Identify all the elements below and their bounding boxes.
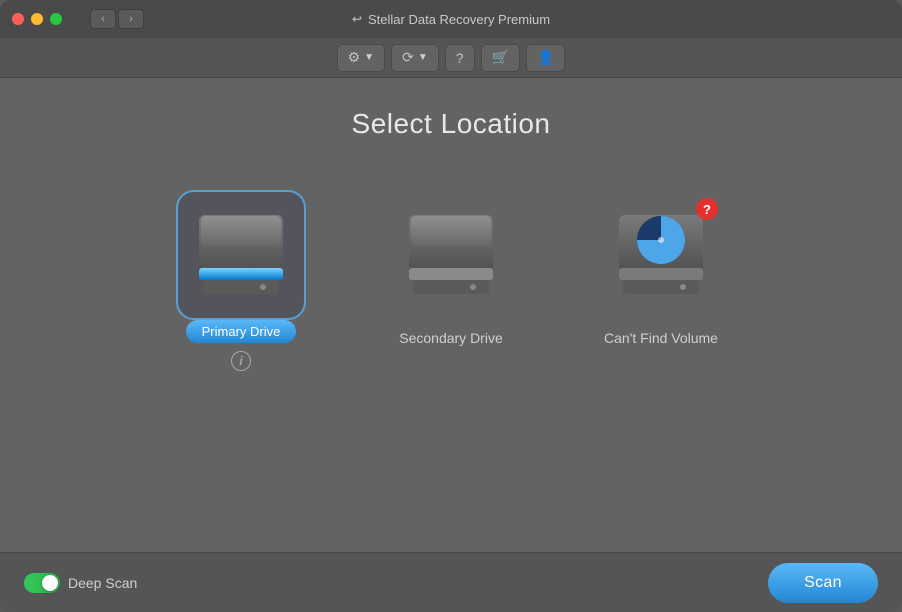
cart-icon: 🛒: [492, 49, 509, 66]
user-button[interactable]: 👤: [526, 44, 565, 72]
page-title: Select Location: [352, 108, 551, 140]
toggle-knob: [42, 575, 58, 591]
main-content: Select Location: [0, 78, 902, 552]
primary-drive-icon: [191, 205, 291, 305]
title-text: Stellar Data Recovery Premium: [368, 12, 550, 27]
secondary-drive-icon-wrapper: [386, 190, 516, 320]
window-title: ↩ Stellar Data Recovery Premium: [352, 12, 550, 27]
bottom-bar: Deep Scan Scan: [0, 552, 902, 612]
primary-drive-icon-wrapper: [176, 190, 306, 320]
history-icon: ⟳: [402, 49, 414, 66]
question-badge: ?: [696, 198, 718, 220]
cantfind-drive-item[interactable]: ?: [596, 190, 726, 346]
forward-button[interactable]: ›: [118, 9, 144, 29]
gear-icon: ⚙: [348, 49, 361, 66]
cantfind-drive-label: Can't Find Volume: [604, 330, 718, 346]
scan-button[interactable]: Scan: [768, 563, 878, 603]
cart-button[interactable]: 🛒: [481, 44, 520, 72]
close-button[interactable]: [12, 13, 24, 25]
traffic-lights: [12, 13, 62, 25]
help-button[interactable]: ?: [445, 44, 475, 72]
deep-scan-label: Deep Scan: [68, 575, 137, 591]
help-icon: ?: [456, 50, 464, 66]
nav-buttons: ‹ ›: [90, 9, 144, 29]
deep-scan-toggle[interactable]: Deep Scan: [24, 573, 137, 593]
cantfind-drive-icon: [611, 205, 711, 305]
drives-row: Primary Drive i: [176, 190, 726, 371]
back-arrow-icon: ↩: [352, 12, 362, 26]
maximize-button[interactable]: [50, 13, 62, 25]
settings-dropdown-arrow: ▼: [364, 52, 374, 63]
primary-drive-label: Primary Drive: [186, 320, 297, 343]
back-button[interactable]: ‹: [90, 9, 116, 29]
cantfind-drive-icon-wrapper: ?: [596, 190, 726, 320]
history-dropdown-arrow: ▼: [418, 52, 428, 63]
primary-drive-item[interactable]: Primary Drive i: [176, 190, 306, 371]
deep-scan-switch[interactable]: [24, 573, 60, 593]
secondary-drive-item[interactable]: Secondary Drive: [386, 190, 516, 346]
minimize-button[interactable]: [31, 13, 43, 25]
secondary-drive-label: Secondary Drive: [399, 330, 503, 346]
secondary-drive-icon: [401, 205, 501, 305]
user-icon: 👤: [537, 49, 554, 66]
toolbar: ⚙ ▼ ⟳ ▼ ? 🛒 👤: [0, 38, 902, 78]
settings-button[interactable]: ⚙ ▼: [337, 44, 385, 72]
info-icon[interactable]: i: [231, 351, 251, 371]
history-button[interactable]: ⟳ ▼: [391, 44, 439, 72]
titlebar: ‹ › ↩ Stellar Data Recovery Premium: [0, 0, 902, 38]
app-window: ‹ › ↩ Stellar Data Recovery Premium ⚙ ▼ …: [0, 0, 902, 612]
